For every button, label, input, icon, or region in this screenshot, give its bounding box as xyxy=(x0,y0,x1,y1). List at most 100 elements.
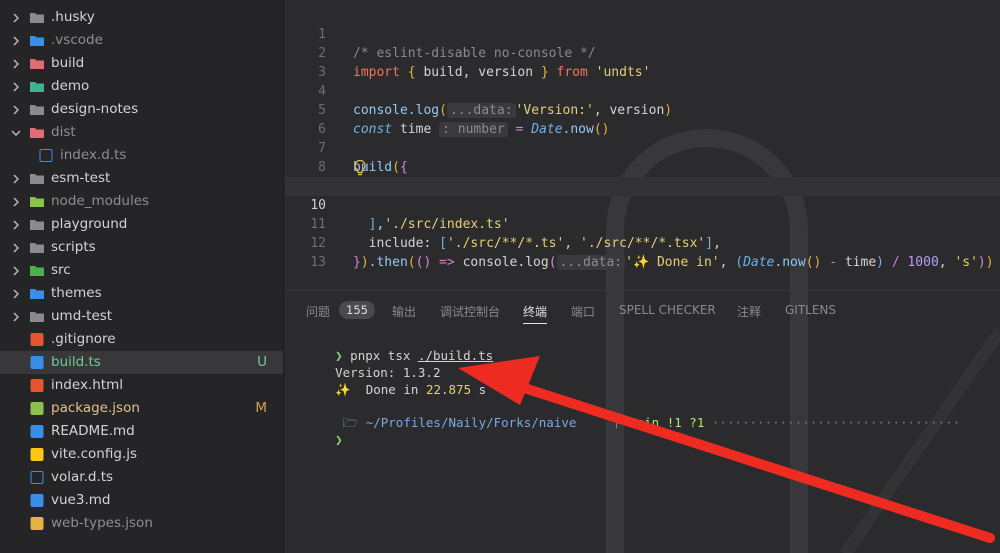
chevron-right-icon[interactable] xyxy=(9,172,23,186)
chevron-right-icon[interactable] xyxy=(9,11,23,25)
duration-unit: s xyxy=(478,382,487,397)
explorer-file[interactable]: web-types.json xyxy=(0,512,283,535)
explorer-folder[interactable]: themes xyxy=(0,282,283,305)
problems-count-badge: 155 xyxy=(339,301,375,319)
git-status-badge: U xyxy=(257,354,267,370)
tab-comments[interactable]: 注释 xyxy=(737,303,761,320)
code-line-1[interactable]: 1 /* eslint-disable no-console */ xyxy=(285,6,1000,61)
code-line-11[interactable]: 11 include: ['./src/**/*.ts', './src/**/… xyxy=(285,196,1000,251)
terminal-line-prompt[interactable]: 🗁 ~/Profiles/Naily/Forks/naive ᚠ main !1… xyxy=(305,396,961,430)
code-editor[interactable]: 1 /* eslint-disable no-console */ 2 impo… xyxy=(285,0,1000,290)
explorer-folder[interactable]: esm-test xyxy=(0,167,283,190)
themes-folder-icon xyxy=(30,289,44,299)
explorer-item-label: themes xyxy=(51,285,102,301)
explorer-file[interactable]: .gitignore xyxy=(0,328,283,351)
terminal-line-version[interactable]: Version: 1.3.2 xyxy=(305,346,440,380)
explorer-item-label: web-types.json xyxy=(51,515,153,531)
chevron-down-icon[interactable] xyxy=(9,126,23,140)
explorer-item-label: dist xyxy=(51,124,76,140)
explorer-folder[interactable]: node_modules xyxy=(0,190,283,213)
tab-gitlens[interactable]: GITLENS xyxy=(785,303,836,317)
explorer-item-label: index.d.ts xyxy=(60,147,127,163)
terminal-path: ~/Profiles/Naily/Forks/naive xyxy=(365,415,577,430)
chevron-right-icon[interactable] xyxy=(9,310,23,324)
terminal-line-done[interactable]: ✨ Done in 22.875 s xyxy=(305,363,486,397)
explorer-folder[interactable]: design-notes xyxy=(0,98,283,121)
folder-icon xyxy=(30,220,44,230)
terminal-line-input[interactable]: ❯ xyxy=(305,413,343,447)
code-line-7[interactable]: 7 build({ xyxy=(285,120,1000,175)
build-folder-icon xyxy=(30,59,44,69)
explorer-item-label: vite.config.js xyxy=(51,446,138,462)
code-line-6[interactable]: 6 xyxy=(285,101,1000,137)
chevron-right-icon[interactable] xyxy=(9,264,23,278)
terminal-line-command[interactable]: ❯ pnpx tsx ./build.ts xyxy=(305,329,493,363)
terminal-output: ✨ Done in xyxy=(335,382,419,397)
explorer-item-label: design-notes xyxy=(51,101,139,117)
code-line-2[interactable]: 2 import { build, version } from 'undts' xyxy=(285,25,1000,80)
explorer-file[interactable]: volar.d.ts xyxy=(0,466,283,489)
explorer-file[interactable]: build.ts U xyxy=(0,351,283,374)
explorer-folder[interactable]: scripts xyxy=(0,236,283,259)
folder-icon xyxy=(30,312,44,322)
json-icon xyxy=(30,517,44,530)
explorer-file[interactable]: package.json M xyxy=(0,397,283,420)
code-line-4[interactable]: 4 console.log(...data: 'Version:', versio… xyxy=(285,63,1000,118)
explorer-folder[interactable]: dist xyxy=(0,121,283,144)
chevron-right-icon[interactable] xyxy=(9,195,23,209)
chevron-right-icon[interactable] xyxy=(9,80,23,94)
code-line-12[interactable]: 12 }).then(() => console.log(...data: '✨ … xyxy=(285,215,1000,270)
code-line-8[interactable]: 8 entry: [ xyxy=(285,139,1000,194)
git-branch-icon: ᚠ xyxy=(614,415,622,430)
explorer-folder[interactable]: umd-test xyxy=(0,305,283,328)
tab-problems[interactable]: 问题 xyxy=(306,303,330,320)
scripts-folder-icon xyxy=(30,243,44,253)
explorer-file[interactable]: vite.config.js xyxy=(0,443,283,466)
explorer-item-label: esm-test xyxy=(51,170,111,186)
operator: / xyxy=(891,255,900,270)
explorer-file[interactable]: vue3.md xyxy=(0,489,283,512)
chevron-right-icon[interactable] xyxy=(9,241,23,255)
husky-folder-icon xyxy=(30,13,44,23)
code-line-10[interactable]: 10 ], xyxy=(285,177,1000,232)
explorer-item-label: build xyxy=(51,55,85,71)
src-folder-icon xyxy=(30,266,44,276)
chevron-right-icon[interactable] xyxy=(9,103,23,117)
explorer-item-label: demo xyxy=(51,78,90,94)
explorer-folder[interactable]: .vscode xyxy=(0,29,283,52)
line-number: 13 xyxy=(310,255,326,270)
explorer-file[interactable]: index.d.ts xyxy=(0,144,283,167)
code-line-13[interactable]: 13 xyxy=(285,234,1000,270)
explorer-folder[interactable]: .husky xyxy=(0,6,283,29)
explorer-file[interactable]: README.md xyxy=(0,420,283,443)
tab-ports[interactable]: 端口 xyxy=(571,303,595,320)
chevron-right-icon[interactable] xyxy=(9,218,23,232)
typescript-def-icon xyxy=(30,471,44,484)
folder-icon xyxy=(30,174,44,184)
lightbulb-icon[interactable] xyxy=(353,159,367,176)
code-line-5[interactable]: 5 const time : number = Date.now() xyxy=(285,82,1000,137)
info-icon xyxy=(30,425,44,438)
chevron-right-icon[interactable] xyxy=(9,34,23,48)
code-line-9[interactable]: 9 './src/index.ts' xyxy=(285,158,1000,232)
duration-value: 22.875 xyxy=(425,382,472,397)
chevron-right-icon[interactable] xyxy=(9,287,23,301)
chevron-right-icon[interactable] xyxy=(9,57,23,71)
tab-spell-checker[interactable]: SPELL CHECKER xyxy=(619,303,716,317)
explorer-item-label: node_modules xyxy=(51,193,150,209)
git-status: main !1 ?1 xyxy=(629,415,705,430)
prompt-filler: ································· xyxy=(711,415,961,430)
tab-debug-console[interactable]: 调试控制台 xyxy=(440,303,500,320)
explorer-folder[interactable]: build xyxy=(0,52,283,75)
tab-output[interactable]: 输出 xyxy=(392,303,416,320)
code-line-3[interactable]: 3 xyxy=(285,44,1000,80)
explorer-item-label: .vscode xyxy=(51,32,103,48)
typescript-def-icon xyxy=(39,149,53,162)
explorer-file[interactable]: index.html xyxy=(0,374,283,397)
operator: - xyxy=(829,255,838,270)
explorer-folder[interactable]: demo xyxy=(0,75,283,98)
explorer-folder[interactable]: src xyxy=(0,259,283,282)
class-name: Date xyxy=(743,255,775,270)
tab-terminal[interactable]: 终端 xyxy=(523,303,548,324)
explorer-folder[interactable]: playground xyxy=(0,213,283,236)
